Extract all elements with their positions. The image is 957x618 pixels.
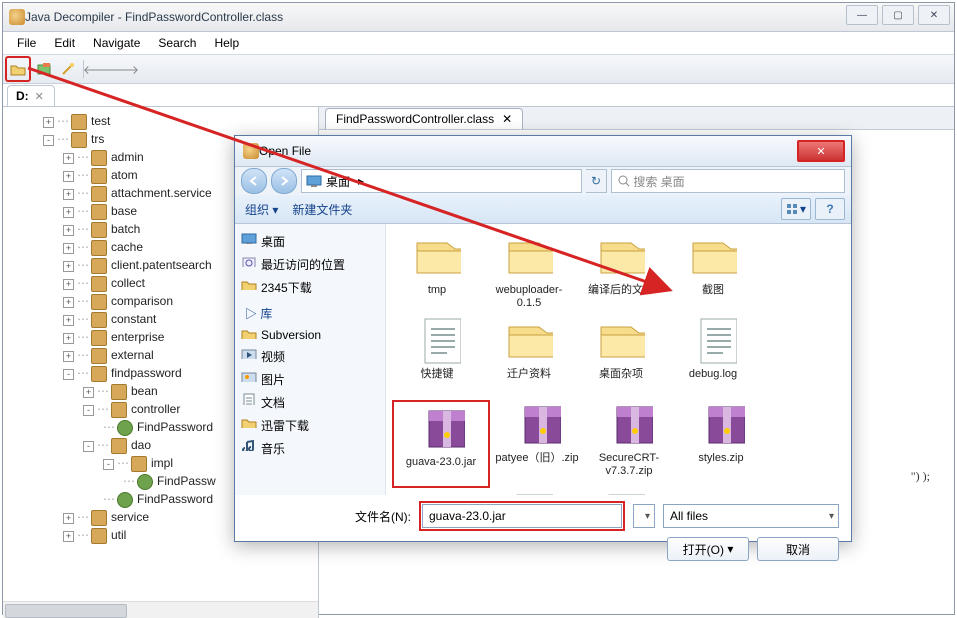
breadcrumb[interactable]: 桌面▸ — [301, 169, 582, 193]
folder-color-icon — [36, 61, 52, 77]
filter-label: All files — [670, 509, 708, 523]
dialog-close-button[interactable]: ✕ — [797, 140, 845, 162]
nav-item[interactable]: 桌面 — [235, 230, 385, 253]
main-titlebar: Java Decompiler - FindPasswordController… — [3, 3, 954, 32]
dialog-title: Open File — [259, 144, 311, 158]
desktop-icon — [306, 174, 322, 188]
menu-search[interactable]: Search — [150, 33, 204, 53]
help-button[interactable]: ? — [815, 198, 845, 220]
nav-header[interactable]: ▷ 库 — [235, 299, 385, 325]
nav-item[interactable]: 图片 — [235, 368, 385, 391]
menu-bar: File Edit Navigate Search Help — [3, 32, 954, 55]
search-placeholder: 搜索 桌面 — [633, 173, 684, 190]
window-title: Java Decompiler - FindPasswordController… — [25, 10, 283, 24]
menu-edit[interactable]: Edit — [46, 33, 83, 53]
app-icon — [9, 9, 25, 25]
close-button[interactable]: ✕ — [918, 5, 950, 25]
file-item[interactable]: 编译后的文件 — [576, 232, 666, 312]
tab-close-icon[interactable]: ✕ — [35, 90, 44, 103]
nav-pane[interactable]: 桌面最近访问的位置2345下载▷ 库Subversion视频图片文档迅雷下载音乐 — [235, 224, 386, 495]
nav-item[interactable]: 音乐 — [235, 437, 385, 460]
toolbar: 🡐 🡒 — [3, 55, 954, 84]
left-tab-label: D: — [16, 89, 29, 103]
file-item[interactable]: 截图 — [668, 232, 758, 312]
organize-menu[interactable]: 组织 ▾ — [245, 201, 278, 218]
folder-open-icon — [10, 61, 26, 77]
search-input[interactable]: 搜索 桌面 — [611, 169, 845, 193]
nav-item[interactable]: 视频 — [235, 345, 385, 368]
nav-back-button[interactable] — [241, 168, 267, 194]
dialog-icon — [243, 143, 259, 159]
arrow-right-icon — [278, 175, 290, 187]
nav-item[interactable]: Subversion — [235, 325, 385, 345]
file-item[interactable]: styles.zip — [676, 400, 766, 488]
file-item[interactable]: patyee（旧）.zip — [492, 400, 582, 488]
toolbar-btn-2[interactable] — [33, 58, 55, 80]
minimize-button[interactable]: — — [846, 5, 878, 25]
menu-file[interactable]: File — [9, 33, 44, 53]
file-item[interactable]: 奥凯登录账号与软件运行注意事项.txt — [576, 492, 666, 495]
file-item[interactable]: webuploader-0.1.5 — [484, 232, 574, 312]
maximize-button[interactable]: ▢ — [882, 5, 914, 25]
nav-item[interactable]: 迅雷下载 — [235, 414, 385, 437]
filename-dropdown[interactable] — [633, 504, 655, 528]
file-item[interactable]: guava-23.0.jar — [392, 400, 490, 488]
filter-select[interactable]: All files — [663, 504, 839, 528]
file-item[interactable]: debug.log — [668, 316, 758, 396]
left-tab[interactable]: D: ✕ — [7, 85, 55, 106]
open-file-dialog: Open File ✕ 桌面▸ ↻ 搜索 桌面 组织 ▾ 新建文件夹 ▾ ? 桌… — [234, 135, 852, 542]
grid-icon — [786, 203, 800, 215]
tree-node[interactable]: +⋯test — [3, 113, 318, 131]
search-icon — [618, 175, 630, 187]
file-item[interactable]: trsbean.jar — [392, 492, 482, 495]
filename-label: 文件名(N): — [355, 508, 411, 525]
open-file-button[interactable] — [5, 56, 31, 82]
file-item[interactable]: tmp — [392, 232, 482, 312]
nav-item[interactable]: 文档 — [235, 391, 385, 414]
tab-close-icon[interactable]: ✕ — [502, 112, 512, 126]
open-button[interactable]: 打开(O) ▾ — [667, 537, 749, 561]
refresh-button[interactable]: ↻ — [586, 169, 607, 193]
nav-item[interactable]: 2345下载 — [235, 276, 385, 299]
code-fragment: ") ); — [911, 469, 930, 484]
editor-tab[interactable]: FindPasswordController.class ✕ — [325, 108, 523, 129]
file-list[interactable]: tmpwebuploader-0.1.5编译后的文件截图快捷键迁户资料桌面杂项d… — [386, 224, 851, 495]
wand-icon — [60, 61, 76, 77]
toolbar-btn-3[interactable] — [57, 58, 79, 80]
cancel-button[interactable]: 取消 — [757, 537, 839, 561]
file-item[interactable]: 阿里云服务器.txt — [484, 492, 574, 495]
file-item[interactable]: 迁户资料 — [484, 316, 574, 396]
h-scrollbar[interactable] — [3, 601, 318, 618]
file-item[interactable]: 桌面杂项 — [576, 316, 666, 396]
menu-help[interactable]: Help — [206, 33, 247, 53]
editor-tab-label: FindPasswordController.class — [336, 112, 494, 126]
arrow-left-icon — [248, 175, 260, 187]
nav-forward[interactable]: 🡒 — [112, 58, 134, 80]
file-item[interactable]: SecureCRT-v7.3.7.zip — [584, 400, 674, 488]
nav-forward-button[interactable] — [271, 168, 297, 194]
file-item[interactable]: 快捷键 — [392, 316, 482, 396]
menu-navigate[interactable]: Navigate — [85, 33, 148, 53]
view-mode-button[interactable]: ▾ — [781, 198, 811, 220]
nav-item[interactable]: 最近访问的位置 — [235, 253, 385, 276]
filename-input[interactable] — [422, 504, 622, 528]
new-folder-button[interactable]: 新建文件夹 — [292, 201, 352, 218]
crumb-text: 桌面 — [322, 173, 354, 190]
